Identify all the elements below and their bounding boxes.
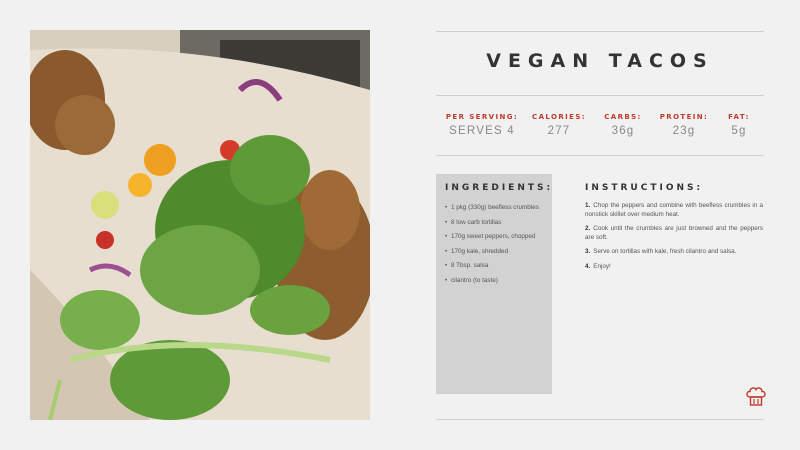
instruction-step: 4. Enjoy! bbox=[585, 263, 763, 272]
stat-serving: PER SERVING: SERVES 4 bbox=[444, 113, 520, 137]
step-text: Chop the peppers and combine with beefle… bbox=[585, 202, 763, 218]
stat-carbs: CARBS: 36g bbox=[600, 113, 646, 137]
stat-value: 5g bbox=[731, 125, 747, 137]
ingredients-list: 1 pkg (330g) beefless crumbles 8 low car… bbox=[445, 203, 543, 285]
step-number: 4. bbox=[585, 262, 591, 270]
divider bbox=[436, 155, 764, 156]
stat-value: 23g bbox=[672, 125, 696, 137]
ingredients-panel: INGREDIENTS: 1 pkg (330g) beefless crumb… bbox=[436, 174, 552, 394]
ingredient-item: 8 low carb tortillas bbox=[445, 218, 543, 227]
step-number: 1. bbox=[585, 202, 591, 209]
stat-value: SERVES 4 bbox=[449, 125, 515, 137]
divider bbox=[436, 95, 764, 96]
taco-photo bbox=[30, 30, 370, 420]
divider bbox=[436, 419, 764, 420]
recipe-title: VEGAN TACOS bbox=[486, 50, 714, 72]
instruction-step: 2. Cook until the crumbles are just brown… bbox=[585, 225, 763, 242]
ingredient-item: cilantro (to taste) bbox=[445, 276, 543, 285]
ingredient-item: 170g kale, shredded bbox=[445, 247, 543, 256]
ingredient-item: 170g sweet peppers, chopped bbox=[445, 232, 543, 241]
stat-label: PER SERVING: bbox=[445, 113, 519, 121]
stat-fat: FAT: 5g bbox=[720, 113, 758, 137]
ingredient-item: 1 pkg (330g) beefless crumbles bbox=[445, 203, 543, 212]
recipe-photo bbox=[30, 30, 370, 420]
instruction-step: 3. Serve on tortillas with kale, fresh ci… bbox=[585, 248, 763, 257]
instructions-heading: INSTRUCTIONS: bbox=[585, 183, 704, 193]
step-number: 3. bbox=[585, 248, 591, 255]
stat-label: PROTEIN: bbox=[659, 113, 709, 121]
stat-label: CARBS: bbox=[604, 113, 642, 121]
step-text: Serve on tortillas with kale, fresh cila… bbox=[593, 248, 737, 255]
stat-value: 36g bbox=[611, 125, 635, 137]
stat-calories: CALORIES: 277 bbox=[528, 113, 590, 137]
divider bbox=[436, 31, 764, 32]
instruction-step: 1. Chop the peppers and combine with beef… bbox=[585, 202, 763, 219]
stat-protein: PROTEIN: 23g bbox=[656, 113, 712, 137]
stat-label: FAT: bbox=[728, 113, 750, 121]
chef-hat-icon bbox=[744, 385, 768, 409]
step-text: Enjoy! bbox=[593, 262, 611, 270]
stat-label: CALORIES: bbox=[532, 113, 586, 121]
nutrition-stats: PER SERVING: SERVES 4 CALORIES: 277 CARB… bbox=[436, 113, 764, 147]
step-number: 2. bbox=[585, 225, 591, 232]
ingredients-heading: INGREDIENTS: bbox=[445, 183, 554, 193]
step-text: Cook until the crumbles are just browned… bbox=[585, 225, 763, 241]
ingredient-item: 8 Tbsp. salsa bbox=[445, 261, 543, 270]
instructions-panel: INSTRUCTIONS: 1. Chop the peppers and com… bbox=[585, 183, 763, 277]
instructions-list: 1. Chop the peppers and combine with beef… bbox=[585, 202, 763, 271]
stat-value: 277 bbox=[547, 125, 571, 137]
